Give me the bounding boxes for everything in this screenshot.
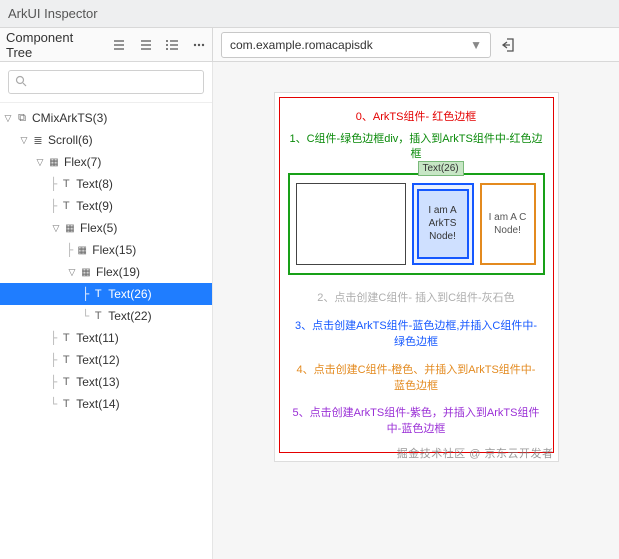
- gray-placeholder: [296, 183, 406, 265]
- text-icon: T: [90, 288, 106, 300]
- tree-guide-icon: └: [50, 397, 57, 411]
- search-icon: [15, 75, 27, 90]
- tree-node-flex5[interactable]: ▽ ▦ Flex(5): [0, 217, 212, 239]
- tree-label: Text(11): [76, 331, 118, 345]
- flex-icon: ▦: [46, 157, 62, 168]
- green-inner-row: I am A ArkTS Node! I am A C Node!: [290, 175, 543, 273]
- text-icon: T: [58, 354, 74, 366]
- tree-node-text12[interactable]: ├ T Text(12): [0, 349, 212, 371]
- arkts-red-border: 0、ArkTS组件- 红色边框 1、C组件-绿色边框div，插入到ArkTS组件…: [279, 97, 554, 453]
- main-split: ▽ ⧉ CMixArkTS(3) ▽ ≣ Scroll(6) ▽ ▦ Flex(…: [0, 62, 619, 559]
- chevron-down-icon: ▼: [470, 38, 482, 52]
- arkts-node-text: I am A ArkTS Node!: [417, 189, 469, 259]
- tree-guide-icon: ├: [50, 353, 57, 367]
- disclosure-arrow-icon[interactable]: ▽: [34, 157, 46, 168]
- text-icon: T: [58, 376, 74, 388]
- disclosure-arrow-icon[interactable]: ▽: [18, 135, 30, 146]
- tree-label: CMixArkTS(3): [32, 111, 107, 125]
- list-view-icon[interactable]: [165, 37, 180, 53]
- watermark: 掘金技术社区 @ 京东云开发者: [397, 445, 554, 461]
- tree-label: Text(13): [76, 375, 119, 389]
- disclosure-arrow-icon[interactable]: ▽: [50, 223, 62, 234]
- preview-pane: 0、ArkTS组件- 红色边框 1、C组件-绿色边框div，插入到ArkTS组件…: [213, 62, 619, 559]
- arkts-blue-border: I am A ArkTS Node!: [412, 183, 474, 265]
- disclosure-arrow-icon[interactable]: ▽: [2, 113, 14, 124]
- tree-label: Text(9): [76, 199, 113, 213]
- tree-guide-icon: ├: [50, 199, 57, 213]
- tree-node-text9[interactable]: ├ T Text(9): [0, 195, 212, 217]
- tree-label: Text(12): [76, 353, 119, 367]
- device-preview: 0、ArkTS组件- 红色边框 1、C组件-绿色边框div，插入到ArkTS组件…: [274, 92, 559, 462]
- tree-node-text8[interactable]: ├ T Text(8): [0, 173, 212, 195]
- tree-node-flex15[interactable]: ├ ▦ Flex(15): [0, 239, 212, 261]
- flex-icon: ▦: [62, 223, 78, 234]
- tree-guide-icon: ├: [82, 287, 89, 301]
- tree-node-root[interactable]: ▽ ⧉ CMixArkTS(3): [0, 107, 212, 129]
- toolbar-right: com.example.romacapisdk ▼: [213, 32, 525, 58]
- tree-guide-icon: ├: [66, 243, 73, 257]
- tree-label: Text(8): [76, 177, 113, 191]
- left-pane: ▽ ⧉ CMixArkTS(3) ▽ ≣ Scroll(6) ▽ ▦ Flex(…: [0, 62, 213, 559]
- text-icon: T: [58, 178, 74, 190]
- app-selector[interactable]: com.example.romacapisdk ▼: [221, 32, 491, 58]
- c-node-text: I am A C Node!: [482, 211, 534, 237]
- tree-guide-icon: ├: [50, 331, 57, 345]
- caption-4: 4、点击创建C组件-橙色、并插入到ArkTS组件中-蓝色边框: [284, 357, 549, 401]
- collapse-all-icon[interactable]: [138, 37, 153, 53]
- window-titlebar: ArkUI Inspector: [0, 0, 619, 28]
- flex-icon: ▦: [74, 245, 90, 256]
- caption-5: 5、点击创建ArkTS组件-紫色，并插入到ArkTS组件中-蓝色边框: [284, 400, 549, 444]
- exit-icon[interactable]: [501, 37, 517, 53]
- caption-3: 3、点击创建ArkTS组件-蓝色边框,并插入C组件中-绿色边框: [284, 313, 549, 357]
- caption-0: 0、ArkTS组件- 红色边框: [284, 102, 549, 132]
- scroll-icon: ≣: [30, 134, 46, 147]
- tree-guide-icon: └: [82, 309, 89, 323]
- tree-guide-icon: ├: [50, 177, 57, 191]
- search-wrap: [0, 62, 212, 103]
- tree-label: Flex(5): [80, 221, 117, 235]
- tree-node-flex19[interactable]: ▽ ▦ Flex(19): [0, 261, 212, 283]
- more-options-icon[interactable]: [191, 37, 206, 53]
- tree-label: Text(22): [108, 309, 151, 323]
- tree-guide-icon: ├: [50, 375, 57, 389]
- caption-2: 2、点击创建C组件- 插入到C组件-灰石色: [284, 285, 549, 313]
- text-icon: T: [58, 398, 74, 410]
- tree-label: Flex(19): [96, 265, 140, 279]
- toolbar-left: Component Tree: [0, 28, 213, 61]
- tree-label: Scroll(6): [48, 133, 93, 147]
- selection-tag: Text(26): [418, 161, 464, 176]
- component-tree: ▽ ⧉ CMixArkTS(3) ▽ ≣ Scroll(6) ▽ ▦ Flex(…: [0, 103, 212, 419]
- c-green-border: Text(26) I am A ArkTS Node! I am A C Nod…: [288, 173, 545, 275]
- text-icon: T: [58, 200, 74, 212]
- tree-node-text14[interactable]: └ T Text(14): [0, 393, 212, 415]
- tree-label: Text(26): [108, 287, 151, 301]
- tree-node-scroll[interactable]: ▽ ≣ Scroll(6): [0, 129, 212, 151]
- c-orange-border: I am A C Node!: [480, 183, 536, 265]
- search-input[interactable]: [8, 70, 204, 94]
- flex-icon: ▦: [78, 267, 94, 278]
- text-icon: T: [90, 310, 106, 322]
- tree-node-flex7[interactable]: ▽ ▦ Flex(7): [0, 151, 212, 173]
- disclosure-arrow-icon[interactable]: ▽: [66, 267, 78, 278]
- tree-node-text22[interactable]: └ T Text(22): [0, 305, 212, 327]
- toolbar: Component Tree com.example.romacapisdk ▼: [0, 28, 619, 62]
- tree-label: Flex(15): [92, 243, 136, 257]
- window-title: ArkUI Inspector: [8, 6, 98, 21]
- component-icon: ⧉: [14, 112, 30, 125]
- tree-node-text13[interactable]: ├ T Text(13): [0, 371, 212, 393]
- tree-label: Flex(7): [64, 155, 101, 169]
- text-icon: T: [58, 332, 74, 344]
- tree-label: Text(14): [76, 397, 119, 411]
- tree-node-text11[interactable]: ├ T Text(11): [0, 327, 212, 349]
- caption-1: 1、C组件-绿色边框div，插入到ArkTS组件中-红色边框: [284, 132, 549, 173]
- app-selector-value: com.example.romacapisdk: [230, 38, 373, 52]
- component-tree-label: Component Tree: [6, 30, 94, 60]
- tree-node-text26[interactable]: ├ T Text(26): [0, 283, 212, 305]
- expand-all-icon[interactable]: [112, 37, 127, 53]
